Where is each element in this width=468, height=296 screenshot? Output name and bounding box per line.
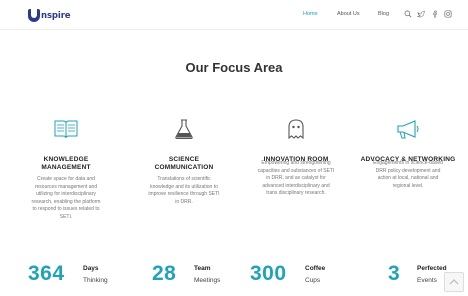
stat-number: 364 <box>28 262 65 285</box>
chevron-up-icon <box>449 279 459 285</box>
nav-about-us[interactable]: About Us <box>337 11 360 17</box>
stat-label: Days Thinking <box>83 265 108 284</box>
site-header: nspire Home About Us Blog <box>0 0 468 30</box>
stat-number: 300 <box>250 262 287 285</box>
feature-knowledge-management: KNOWLEDGE MANAGEMENT Create space for da… <box>10 118 122 222</box>
stat-number: 28 <box>152 262 177 285</box>
feature-title: SCIENCE COMMUNICATION <box>154 156 214 171</box>
feature-description: Create space for data and resources mana… <box>31 176 101 220</box>
facebook-icon[interactable] <box>431 10 439 18</box>
stat-number: 3 <box>388 262 401 285</box>
feature-innovation-room: INNOVATION ROOM Empowering and strengthe… <box>240 118 352 198</box>
feature-description: Translations of scientific knowledge and… <box>148 176 220 205</box>
stat-label: Perfected Events <box>417 265 447 284</box>
main-nav: Home About Us Blog <box>0 10 468 21</box>
feature-science-communication: SCIENCE COMMUNICATION Translations of sc… <box>128 118 240 206</box>
twitter-icon[interactable] <box>417 10 425 18</box>
book-icon <box>54 120 78 139</box>
nav-home[interactable]: Home <box>303 11 318 17</box>
instagram-icon[interactable] <box>444 10 452 18</box>
feature-title: KNOWLEDGE MANAGEMENT <box>41 156 91 171</box>
nav-blog[interactable]: Blog <box>378 11 389 17</box>
megaphone-icon <box>397 120 419 139</box>
feature-description: Empowering and strengthening capacities … <box>257 160 335 197</box>
search-icon[interactable] <box>404 10 412 18</box>
feature-description: Engagements in science-based DRR policy … <box>373 160 443 189</box>
stat-label: Coffee Cups <box>305 265 326 284</box>
section-title: Our Focus Area <box>185 60 283 75</box>
ghost-icon <box>288 119 304 140</box>
scroll-to-top-button[interactable] <box>444 272 464 292</box>
flask-icon <box>175 119 193 140</box>
stat-label: Team Meetings <box>194 265 221 284</box>
feature-advocacy-networking: ADVOCACY & NETWORKING Engagements in sci… <box>352 118 464 190</box>
